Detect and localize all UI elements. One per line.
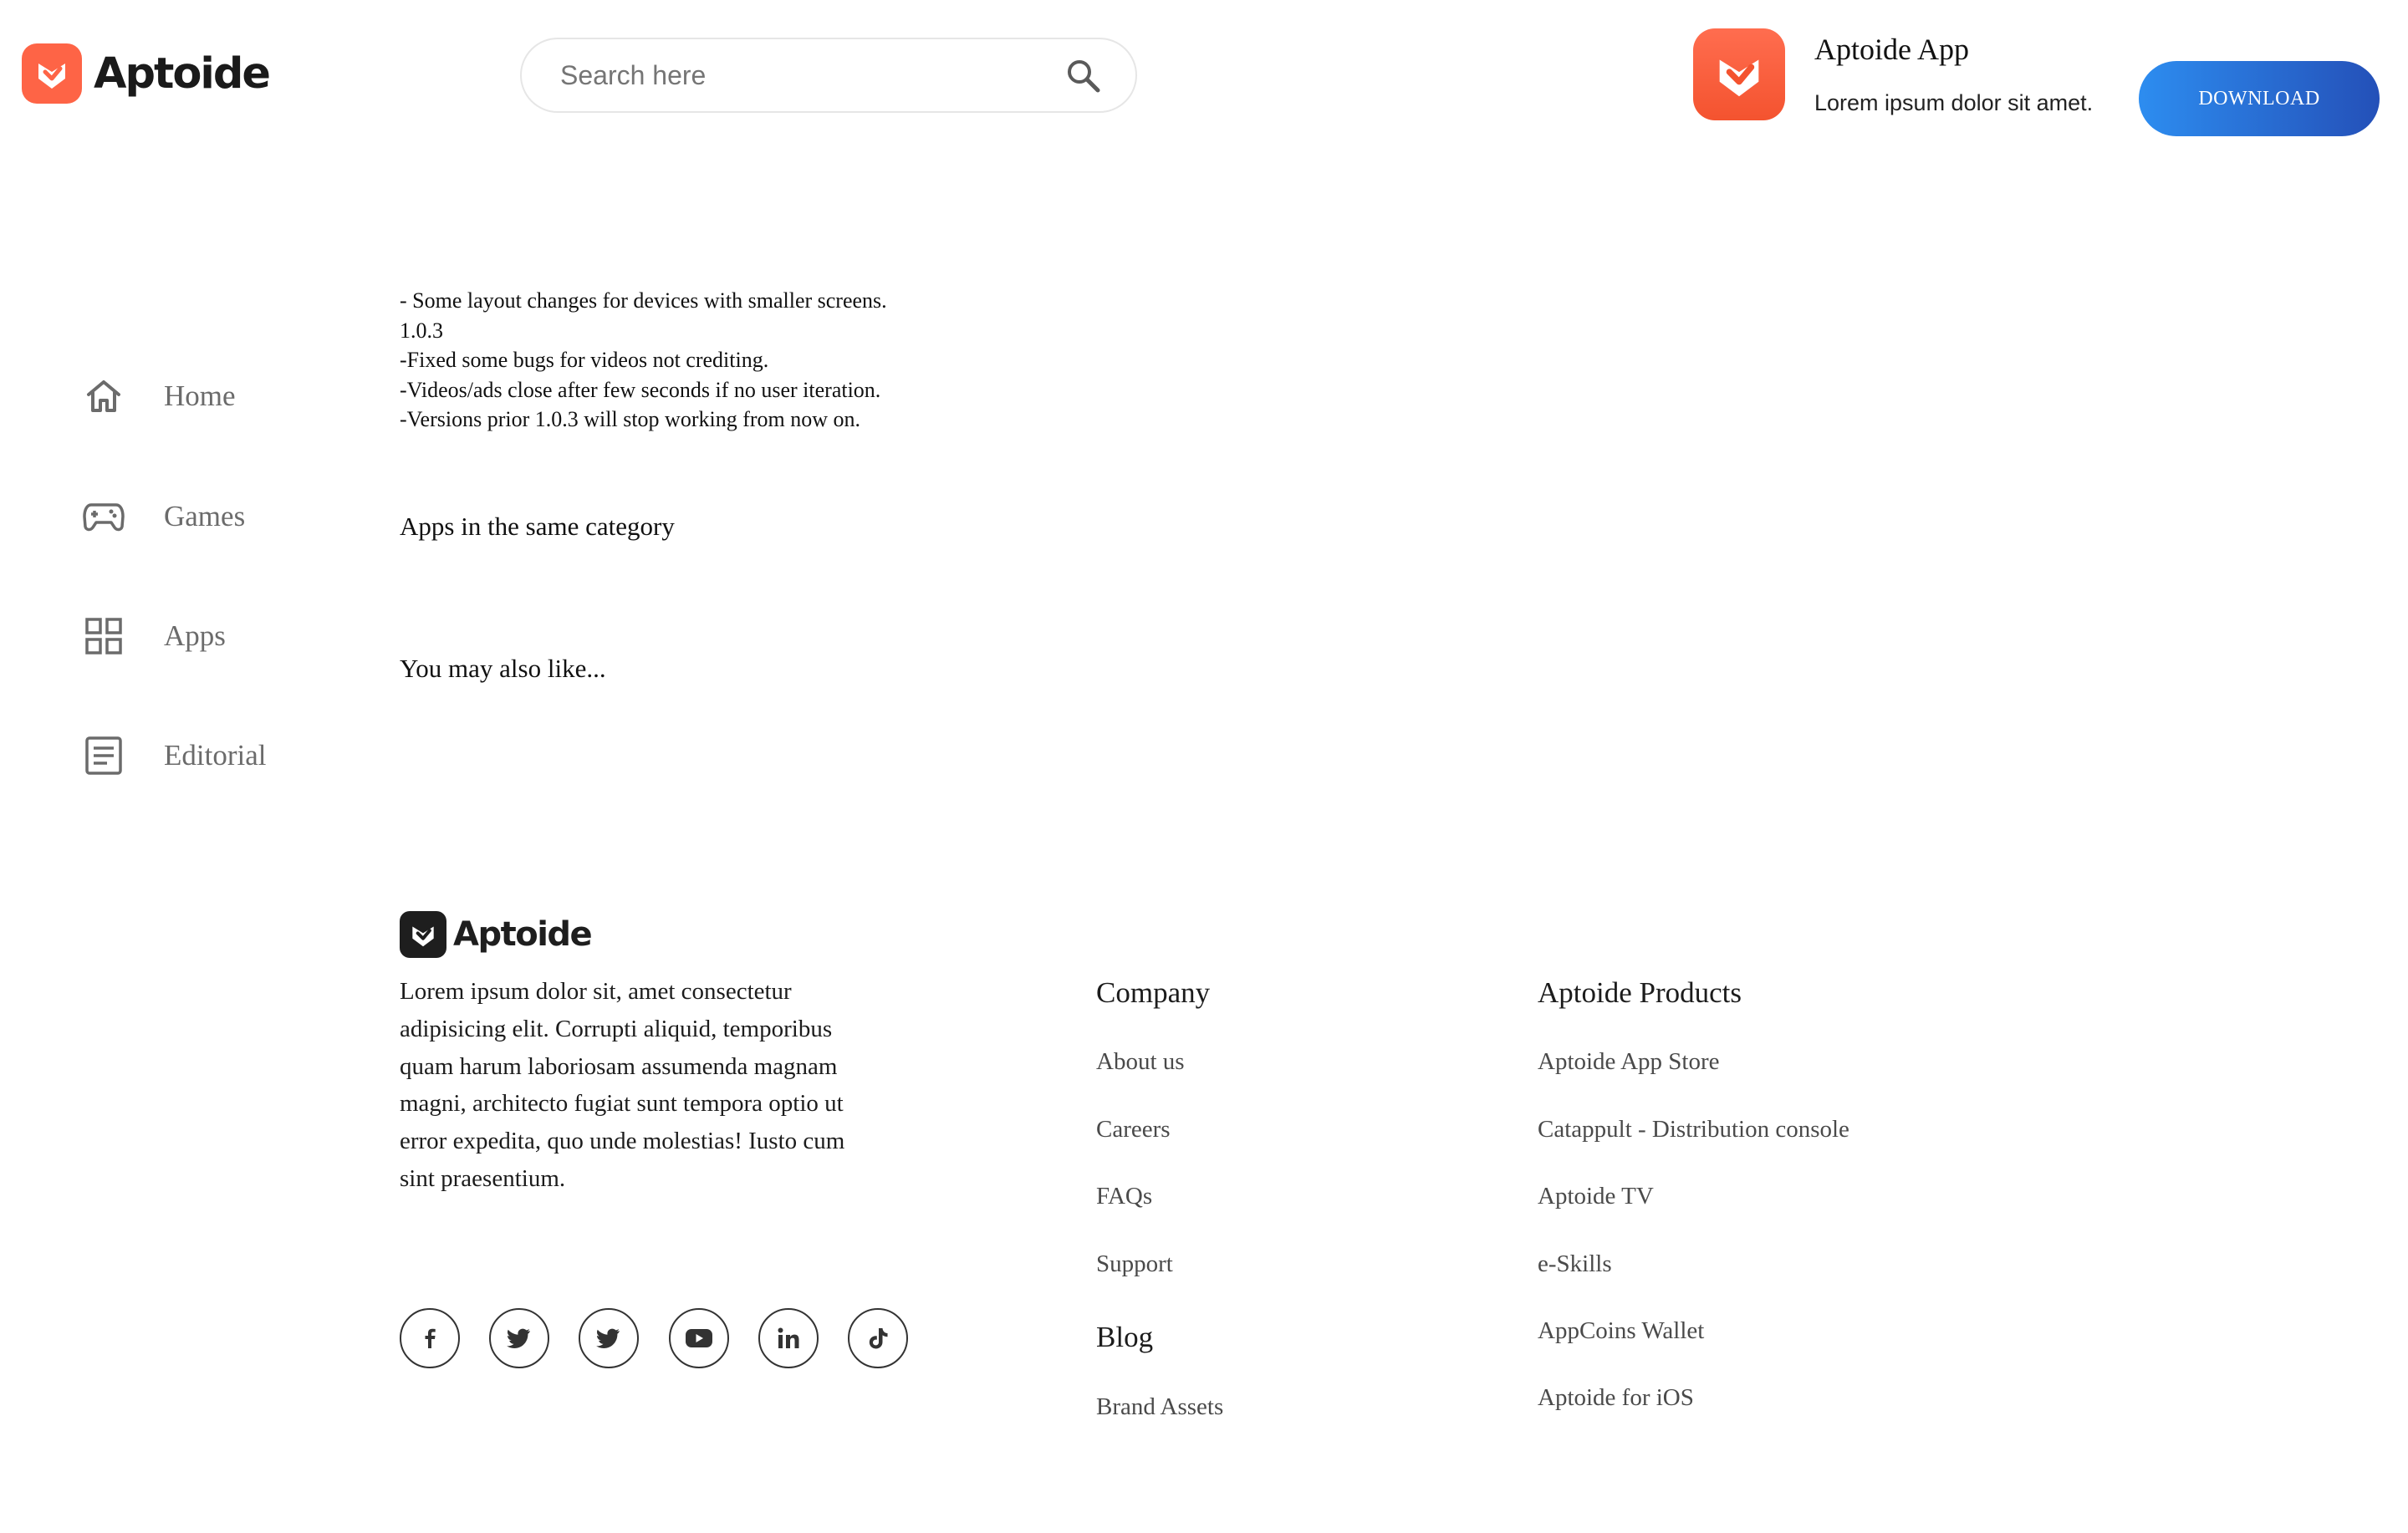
promo-subtitle: Lorem ipsum dolor sit amet. <box>1814 90 2094 115</box>
footer-link-e-skills[interactable]: e-Skills <box>1538 1250 1612 1278</box>
sidebar-item-games[interactable]: Games <box>82 491 245 542</box>
footer-link-about-us[interactable]: About us <box>1096 1048 1185 1076</box>
footer-logo[interactable]: Aptoide <box>400 911 593 958</box>
apps-grid-icon <box>82 614 125 658</box>
twitter-icon[interactable] <box>579 1308 639 1368</box>
same-category-heading: Apps in the same category <box>400 512 675 541</box>
gamepad-icon <box>82 495 125 538</box>
logo-wordmark: Aptoide <box>94 48 271 99</box>
sidebar-item-editorial[interactable]: Editorial <box>82 731 266 781</box>
changelog-line: -Fixed some bugs for videos not creditin… <box>400 348 769 372</box>
sidebar-item-label: Home <box>164 379 236 412</box>
footer-link-app-store[interactable]: Aptoide App Store <box>1538 1048 1720 1076</box>
footer-link-brand-assets[interactable]: Brand Assets <box>1096 1393 1223 1421</box>
changelog-line: -Versions prior 1.0.3 will stop working … <box>400 407 861 431</box>
promo-title: Aptoide App <box>1814 33 1969 66</box>
sidebar-item-apps[interactable]: Apps <box>82 611 226 661</box>
tiktok-icon[interactable] <box>848 1308 908 1368</box>
footer-link-blog[interactable]: Blog <box>1096 1321 1153 1354</box>
footer-wordmark: Aptoide <box>453 915 593 954</box>
footer-description: Lorem ipsum dolor sit, amet consectetur … <box>400 978 845 1192</box>
sidebar-item-label: Editorial <box>164 739 267 772</box>
footer-link-faqs[interactable]: FAQs <box>1096 1183 1152 1210</box>
sidebar-item-label: Apps <box>164 619 226 652</box>
changelog-line: - Some layout changes for devices with s… <box>400 291 887 313</box>
footer-link-careers[interactable]: Careers <box>1096 1116 1171 1143</box>
youtube-icon[interactable] <box>669 1308 729 1368</box>
aptoide-logo-icon <box>400 911 446 958</box>
aptoide-logo-icon <box>22 43 82 104</box>
sidebar-item-label: Games <box>164 500 246 532</box>
footer-link-catappult[interactable]: Catappult - Distribution console <box>1538 1116 1849 1143</box>
home-icon <box>82 374 125 418</box>
sidebar-item-home[interactable]: Home <box>82 371 236 421</box>
footer-link-aptoide-ios[interactable]: Aptoide for iOS <box>1538 1384 1694 1412</box>
products-heading: Aptoide Products <box>1538 976 1742 1009</box>
footer-link-appcoins-wallet[interactable]: AppCoins Wallet <box>1538 1317 1704 1345</box>
search-bar[interactable] <box>520 38 1137 113</box>
search-input[interactable] <box>560 59 1064 91</box>
aptoide-logo[interactable]: Aptoide <box>22 43 271 104</box>
footer-link-aptoide-tv[interactable]: Aptoide TV <box>1538 1183 1654 1210</box>
editorial-icon <box>82 734 125 777</box>
facebook-icon[interactable] <box>400 1308 460 1368</box>
download-button[interactable]: DOWNLOAD <box>2139 61 2380 136</box>
changelog-line: 1.0.3 <box>400 318 443 343</box>
search-icon[interactable] <box>1064 56 1102 94</box>
changelog-line: -Videos/ads close after few seconds if n… <box>400 377 881 402</box>
changelog: - Some layout changes for devices with s… <box>400 291 1152 456</box>
also-like-heading: You may also like... <box>400 654 606 683</box>
footer-link-support[interactable]: Support <box>1096 1250 1173 1278</box>
company-heading: Company <box>1096 976 1211 1009</box>
linkedin-icon[interactable] <box>758 1308 819 1368</box>
twitter-icon[interactable] <box>489 1308 549 1368</box>
aptoide-app-icon <box>1693 28 1785 120</box>
